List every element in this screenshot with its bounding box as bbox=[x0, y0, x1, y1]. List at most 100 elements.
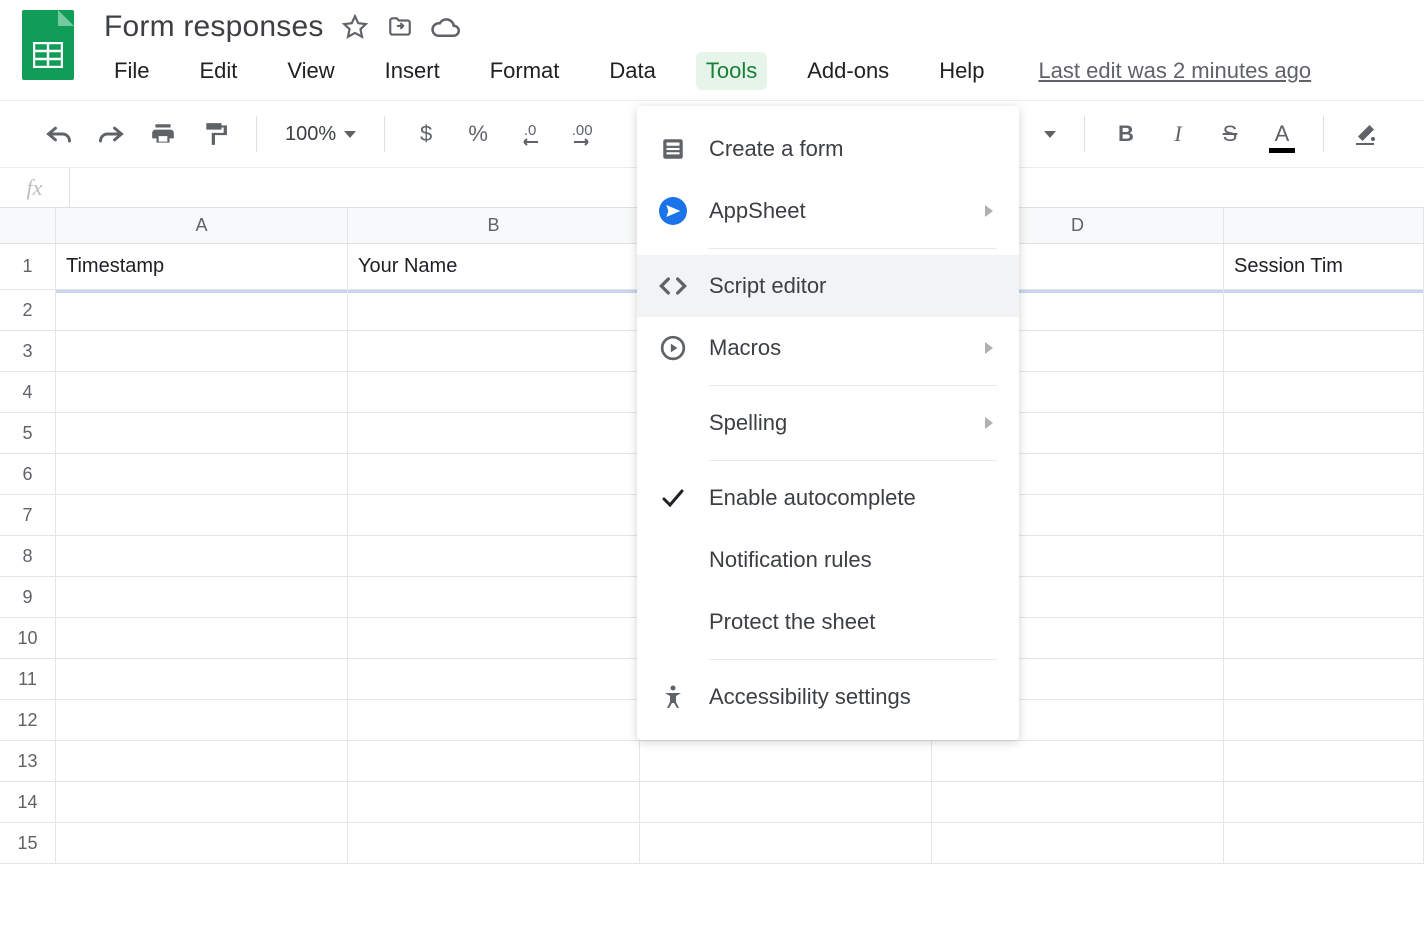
cloud-status-icon[interactable] bbox=[430, 14, 456, 40]
percent-format-button[interactable]: % bbox=[457, 113, 499, 155]
cell[interactable] bbox=[1224, 413, 1424, 453]
row-header[interactable]: 1 bbox=[0, 244, 56, 289]
cell[interactable] bbox=[56, 823, 348, 863]
menu-create-form[interactable]: Create a form bbox=[637, 118, 1019, 180]
print-button[interactable] bbox=[142, 113, 184, 155]
cell[interactable] bbox=[348, 536, 640, 576]
cell[interactable] bbox=[56, 741, 348, 781]
row-header[interactable]: 15 bbox=[0, 823, 56, 863]
row-header[interactable]: 13 bbox=[0, 741, 56, 781]
menu-file[interactable]: File bbox=[104, 52, 159, 90]
decrease-decimals-button[interactable]: .0 bbox=[509, 113, 551, 155]
row-header[interactable]: 6 bbox=[0, 454, 56, 494]
menu-notification-rules[interactable]: Notification rules bbox=[637, 529, 1019, 591]
menu-enable-autocomplete[interactable]: Enable autocomplete bbox=[637, 467, 1019, 529]
cell[interactable] bbox=[348, 454, 640, 494]
star-icon[interactable] bbox=[342, 14, 368, 40]
undo-button[interactable] bbox=[38, 113, 80, 155]
cell[interactable] bbox=[56, 290, 348, 330]
cell[interactable] bbox=[348, 700, 640, 740]
cell[interactable] bbox=[1224, 700, 1424, 740]
cell[interactable] bbox=[348, 413, 640, 453]
cell[interactable] bbox=[1224, 577, 1424, 617]
cell[interactable] bbox=[1224, 823, 1424, 863]
row-header[interactable]: 14 bbox=[0, 782, 56, 822]
cell[interactable] bbox=[56, 700, 348, 740]
cell[interactable]: Your Name bbox=[348, 244, 640, 289]
cell[interactable] bbox=[56, 331, 348, 371]
cell[interactable] bbox=[1224, 495, 1424, 535]
cell[interactable] bbox=[640, 823, 932, 863]
cell[interactable] bbox=[56, 659, 348, 699]
select-all-corner[interactable] bbox=[0, 208, 56, 243]
document-title[interactable]: Form responses bbox=[104, 10, 324, 44]
cell[interactable] bbox=[1224, 782, 1424, 822]
cell[interactable]: Session Tim bbox=[1224, 244, 1424, 289]
menu-accessibility[interactable]: Accessibility settings bbox=[637, 666, 1019, 728]
cell[interactable] bbox=[56, 454, 348, 494]
paint-format-button[interactable] bbox=[194, 113, 236, 155]
cell[interactable] bbox=[56, 413, 348, 453]
menu-addons[interactable]: Add-ons bbox=[797, 52, 899, 90]
cell[interactable] bbox=[1224, 741, 1424, 781]
row-header[interactable]: 3 bbox=[0, 331, 56, 371]
column-header[interactable]: A bbox=[56, 208, 348, 243]
menu-data[interactable]: Data bbox=[599, 52, 665, 90]
menu-view[interactable]: View bbox=[277, 52, 344, 90]
fill-color-button[interactable] bbox=[1344, 113, 1386, 155]
cell[interactable] bbox=[932, 823, 1224, 863]
move-icon[interactable] bbox=[386, 14, 412, 40]
currency-format-button[interactable]: $ bbox=[405, 113, 447, 155]
zoom-select[interactable]: 100% bbox=[277, 123, 364, 146]
cell[interactable] bbox=[348, 495, 640, 535]
text-color-button[interactable]: A bbox=[1261, 113, 1303, 155]
cell[interactable]: Timestamp bbox=[56, 244, 348, 289]
cell[interactable] bbox=[1224, 331, 1424, 371]
menu-help[interactable]: Help bbox=[929, 52, 994, 90]
row-header[interactable]: 10 bbox=[0, 618, 56, 658]
increase-decimals-button[interactable]: .00 bbox=[561, 113, 603, 155]
menu-insert[interactable]: Insert bbox=[375, 52, 450, 90]
menu-macros[interactable]: Macros bbox=[637, 317, 1019, 379]
row-header[interactable]: 8 bbox=[0, 536, 56, 576]
menu-format[interactable]: Format bbox=[480, 52, 570, 90]
bold-button[interactable]: B bbox=[1105, 113, 1147, 155]
row-header[interactable]: 7 bbox=[0, 495, 56, 535]
cell[interactable] bbox=[348, 741, 640, 781]
cell[interactable] bbox=[348, 618, 640, 658]
cell[interactable] bbox=[1224, 290, 1424, 330]
column-header[interactable]: B bbox=[348, 208, 640, 243]
row-header[interactable]: 5 bbox=[0, 413, 56, 453]
column-header[interactable] bbox=[1224, 208, 1424, 243]
menu-edit[interactable]: Edit bbox=[189, 52, 247, 90]
cell[interactable] bbox=[932, 741, 1224, 781]
cell[interactable] bbox=[348, 782, 640, 822]
row-header[interactable]: 4 bbox=[0, 372, 56, 412]
cell[interactable] bbox=[348, 331, 640, 371]
menu-script-editor[interactable]: Script editor bbox=[637, 255, 1019, 317]
row-header[interactable]: 11 bbox=[0, 659, 56, 699]
cell[interactable] bbox=[1224, 618, 1424, 658]
row-header[interactable]: 9 bbox=[0, 577, 56, 617]
redo-button[interactable] bbox=[90, 113, 132, 155]
last-edit-link[interactable]: Last edit was 2 minutes ago bbox=[1038, 58, 1311, 84]
cell[interactable] bbox=[348, 659, 640, 699]
cell[interactable] bbox=[1224, 659, 1424, 699]
cell[interactable] bbox=[1224, 536, 1424, 576]
menu-protect-sheet[interactable]: Protect the sheet bbox=[637, 591, 1019, 653]
cell[interactable] bbox=[640, 741, 932, 781]
cell[interactable] bbox=[56, 495, 348, 535]
cell[interactable] bbox=[1224, 454, 1424, 494]
cell[interactable] bbox=[56, 577, 348, 617]
chevron-down-icon[interactable] bbox=[1044, 131, 1056, 138]
sheets-logo-icon[interactable] bbox=[22, 10, 74, 80]
cell[interactable] bbox=[348, 577, 640, 617]
row-header[interactable]: 2 bbox=[0, 290, 56, 330]
cell[interactable] bbox=[348, 823, 640, 863]
menu-spelling[interactable]: Spelling bbox=[637, 392, 1019, 454]
menu-appsheet[interactable]: AppSheet bbox=[637, 180, 1019, 242]
cell[interactable] bbox=[1224, 372, 1424, 412]
strikethrough-button[interactable]: S bbox=[1209, 113, 1251, 155]
cell[interactable] bbox=[348, 372, 640, 412]
menu-tools[interactable]: Tools bbox=[696, 52, 767, 90]
